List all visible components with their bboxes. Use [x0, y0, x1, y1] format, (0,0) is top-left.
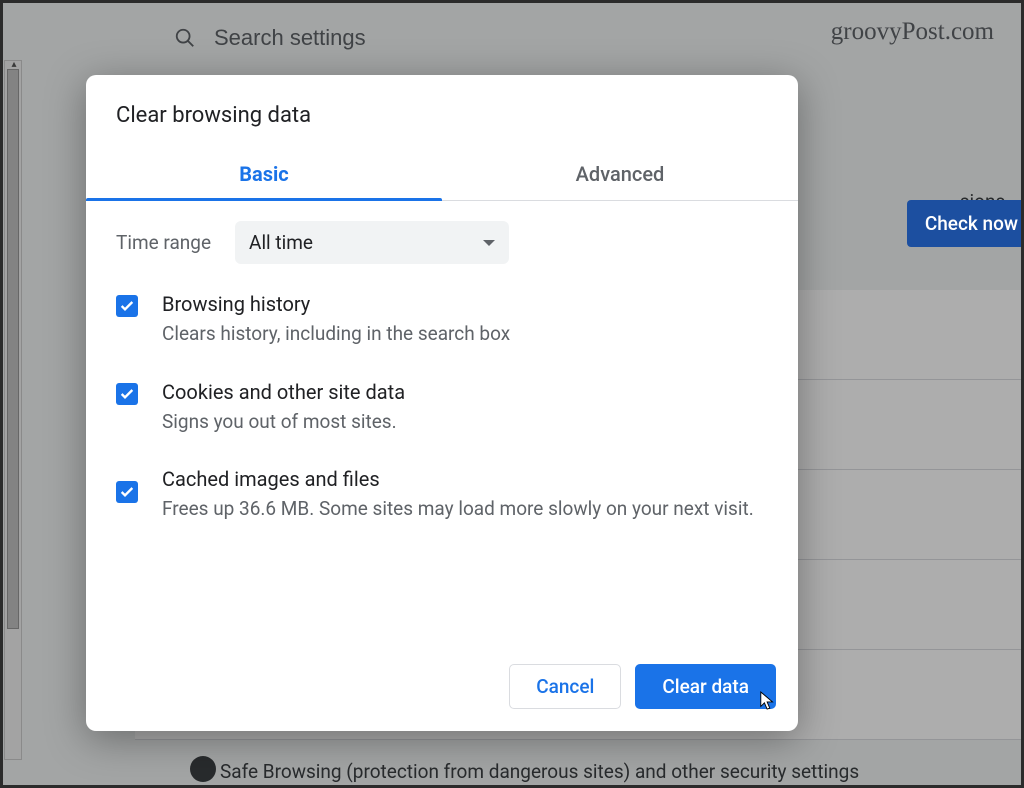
chevron-down-icon [483, 240, 495, 246]
option-cached: Cached images and files Frees up 36.6 MB… [116, 467, 768, 523]
option-description: Clears history, including in the search … [162, 320, 510, 348]
option-text: Browsing history Clears history, includi… [162, 292, 510, 348]
dialog-title: Clear browsing data [86, 75, 798, 148]
check-icon [119, 386, 135, 402]
check-icon [119, 298, 135, 314]
option-title: Cached images and files [162, 467, 754, 491]
time-range-select[interactable]: All time [235, 221, 509, 264]
clear-data-label: Clear data [662, 675, 749, 698]
option-title: Browsing history [162, 292, 510, 316]
check-icon [119, 484, 135, 500]
cancel-button[interactable]: Cancel [509, 664, 621, 709]
clear-browsing-data-dialog: Clear browsing data Basic Advanced Time … [86, 75, 798, 731]
option-browsing-history: Browsing history Clears history, includi… [116, 292, 768, 348]
option-description: Frees up 36.6 MB. Some sites may load mo… [162, 495, 754, 523]
checkbox-cached[interactable] [116, 481, 138, 503]
time-range-value: All time [249, 231, 313, 254]
clear-data-button[interactable]: Clear data [635, 664, 776, 709]
checkbox-cookies[interactable] [116, 383, 138, 405]
option-text: Cached images and files Frees up 36.6 MB… [162, 467, 754, 523]
option-title: Cookies and other site data [162, 380, 405, 404]
checkbox-browsing-history[interactable] [116, 295, 138, 317]
tab-basic[interactable]: Basic [86, 148, 442, 200]
dialog-body: Time range All time Browsing history Cle… [86, 201, 798, 650]
dialog-tabs: Basic Advanced [86, 148, 798, 201]
option-cookies: Cookies and other site data Signs you ou… [116, 380, 768, 436]
time-range-row: Time range All time [116, 221, 768, 264]
mouse-cursor-icon [759, 690, 777, 712]
tab-advanced[interactable]: Advanced [442, 148, 798, 200]
option-description: Signs you out of most sites. [162, 408, 405, 436]
dialog-footer: Cancel Clear data [86, 650, 798, 731]
time-range-label: Time range [116, 231, 211, 254]
check-now-button[interactable]: Check now [907, 200, 1024, 247]
option-text: Cookies and other site data Signs you ou… [162, 380, 405, 436]
